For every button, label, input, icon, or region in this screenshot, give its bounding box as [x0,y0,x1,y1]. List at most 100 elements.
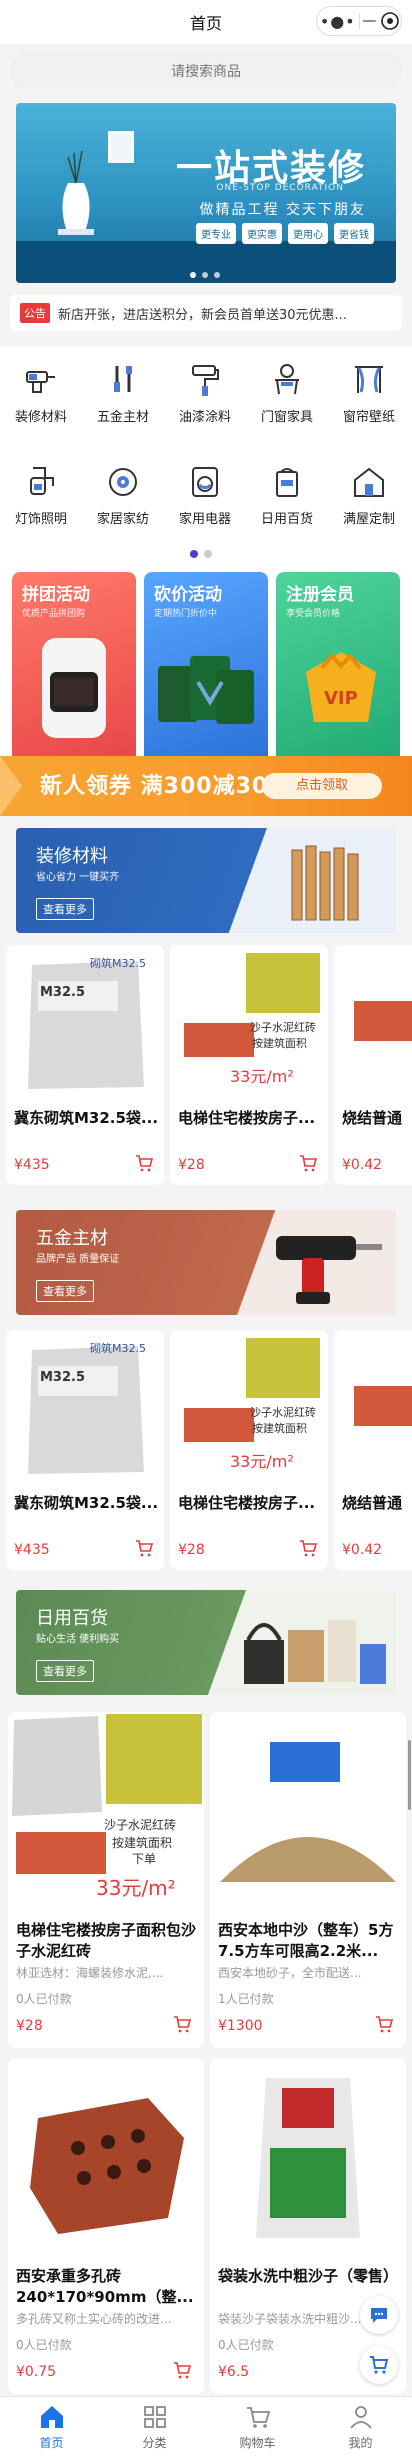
coupon-banner[interactable]: 新人领券 满300减30/ 点击领取 [0,756,412,816]
product-price: ¥0.75 [16,2364,57,2380]
drill-icon [26,371,55,393]
category-item-furniture[interactable]: 门窗家具 [246,362,328,425]
product-card[interactable]: 沙子水泥红砖 按建筑面积 33元/m² 电梯住宅楼按房子... ¥28 [170,1330,328,1570]
section-more-button[interactable]: 查看更多 [36,1660,94,1682]
product-card[interactable]: 烧结普通 ¥0.42 [334,1330,412,1570]
hero-banner[interactable]: 一站式装修 ONE-STOP DECORATION 做精品工程 交天下朋友 更专… [16,103,396,283]
cart-icon[interactable] [374,2014,394,2034]
coupon-claim-button[interactable]: 点击领取 [262,773,382,799]
product-name: 冀东砌筑M32.5袋... [14,1494,159,1512]
cement-bag-text: M32.5 [40,1370,86,1385]
section-sub: 省心省力 一键买齐 [36,872,120,883]
power-drill-image [276,1236,382,1304]
section-title: 日用百货 [36,1608,108,1629]
category-item-curtain[interactable]: 窗帘壁纸 [328,362,410,425]
category-item-appliance[interactable]: 家用电器 [164,464,246,527]
pagination-dot[interactable] [204,550,212,558]
tab-home[interactable]: 首页 [0,2403,103,2451]
promo-group-buy[interactable]: 拼团活动 优质产品拼团购 [12,572,136,772]
grid-icon [143,2406,166,2428]
pagination-dot[interactable] [190,272,196,278]
dresser-icon [275,364,299,395]
product-card[interactable]: 烧结普通 ¥0.42 [334,945,412,1185]
floating-cart-button[interactable] [360,2346,398,2384]
category-label: 装修材料 [14,410,67,425]
speaker-icon [109,468,137,496]
target-circle-icon[interactable] [379,10,401,32]
product-name: 电梯住宅楼按房子... [178,1109,316,1127]
pagination-dot[interactable] [190,550,198,558]
cart-icon[interactable] [134,1538,154,1558]
product-name: 西安承重多孔砖240*170*90mm（整... [16,2267,194,2306]
product-name: 电梯住宅楼按房子面积包沙子水泥红砖 [16,1921,197,1960]
tab-category[interactable]: 分类 [103,2403,206,2451]
product-sold: 1人已付款 [218,1992,274,2006]
category-label: 日用百货 [260,512,313,527]
brick-caption: 下单 [132,1852,157,1866]
section-more-button[interactable]: 查看更多 [36,898,94,920]
sand-bag-image [210,2058,406,2254]
section-banner-decoration[interactable]: 装修材料 省心省力 一键买齐 查看更多 [16,828,396,933]
category-item-paint[interactable]: 油漆涂料 [164,362,246,425]
brick-caption: 按建筑面积 [252,1037,307,1050]
product-desc: 多孔砖又称土实心砖的改进... [16,2312,172,2326]
brick-image [340,951,412,1097]
category-item-textile[interactable]: 家居家纺 [82,464,164,527]
scrollbar[interactable] [408,1740,411,1810]
brick-price-caption: 33元/m² [96,1876,176,1900]
brick-caption: 沙子水泥红砖 [250,1406,316,1419]
section-more-button[interactable]: 查看更多 [36,1280,94,1302]
promo-member[interactable]: 注册会员 享受会员价格 VIP [276,572,400,772]
product-card[interactable]: 西安承重多孔砖240*170*90mm（整... 多孔砖又称土实心砖的改进...… [8,2058,204,2394]
product-card[interactable]: 袋装水洗中粗沙子（零售） 袋装沙子袋装水洗中粗沙... 0人已付款 ¥6.5 [210,2058,406,2394]
product-name: 烧结普通 [342,1494,403,1512]
notice-bar[interactable]: 公告 新店开张，进店送积分，新会员首单送30元优惠... [10,295,402,331]
section-banner-hardware[interactable]: 五金主材 品牌产品 质量保证 查看更多 [16,1210,396,1315]
category-item-lighting[interactable]: 灯饰照明 [0,464,82,527]
more-dots-icon[interactable]: •●• [317,12,359,31]
product-card[interactable]: 砌筑M32.5 M32.5 冀东砌筑M32.5袋... ¥435 [6,1330,164,1570]
pagination-dot[interactable] [202,272,208,278]
bottom-tab-bar: 首页 分类 购物车 我的 [0,2396,412,2463]
brick-caption: 按建筑面积 [112,1836,173,1850]
brick-price-caption: 33元/m² [230,1067,294,1086]
wood-planks-image [291,845,359,921]
cart-icon[interactable] [172,2014,192,2034]
cart-icon[interactable] [134,1153,154,1173]
tab-cart[interactable]: 购物车 [206,2403,309,2451]
category-label: 油漆涂料 [178,410,231,425]
category-item-custom[interactable]: 满屋定制 [328,464,410,527]
product-card[interactable]: 沙子水泥红砖 按建筑面积 下单 33元/m² 电梯住宅楼按房子面积包沙子水泥红砖… [8,1712,204,2048]
product-card[interactable]: 沙子水泥红砖 按建筑面积 33元/m² 电梯住宅楼按房子... ¥28 [170,945,328,1185]
cart-icon[interactable] [298,1538,318,1558]
product-card[interactable]: 西安本地中沙（整车）5方7.5方车可限高2.2米... 西安本地砂子，全市配送.… [210,1712,406,2048]
heater-image [42,638,106,738]
svg-text:VIP: VIP [324,688,358,709]
category-item-daily[interactable]: 日用百货 [246,464,328,527]
product-price: ¥6.5 [218,2364,250,2380]
promo-row: 拼团活动 优质产品拼团购 砍价活动 定期热门折价中 注册会员 享受会员价格 VI… [0,562,412,782]
brick-caption: 沙子水泥红砖 [104,1818,177,1832]
customer-service-button[interactable] [360,2296,398,2334]
minimize-icon[interactable]: — [359,13,379,29]
promo-bargain[interactable]: 砍价活动 定期热门折价中 [144,572,268,772]
product-card[interactable]: 砌筑M32.5 M32.5 冀东砌筑M32.5袋... ¥435 [6,945,164,1185]
product-price: ¥28 [178,1542,205,1558]
tab-label: 购物车 [239,2436,276,2450]
notice-text: 新店开张，进店送积分，新会员首单送30元优惠... [58,307,347,323]
category-item-hardware[interactable]: 五金主材 [82,362,164,425]
cart-icon[interactable] [172,2360,192,2380]
banner-tags: 更专业 更实惠 更用心 更省钱 [196,223,374,244]
tab-label: 我的 [348,2436,373,2450]
banner-pagination [190,272,220,278]
cart-icon[interactable] [298,1153,318,1173]
banner-sub-en: ONE-STOP DECORATION [216,183,344,193]
banner-slogan: 做精品工程 交天下朋友 [199,202,366,218]
section-banner-daily[interactable]: 日用百货 贴心生活 便利购买 查看更多 [16,1590,396,1695]
pagination-dot[interactable] [214,272,220,278]
tab-profile[interactable]: 我的 [309,2403,412,2451]
search-input[interactable] [10,52,402,90]
cart-icon [370,2356,389,2374]
banner-tag: 更专业 [196,223,236,244]
category-item-decoration[interactable]: 装修材料 [0,362,82,425]
